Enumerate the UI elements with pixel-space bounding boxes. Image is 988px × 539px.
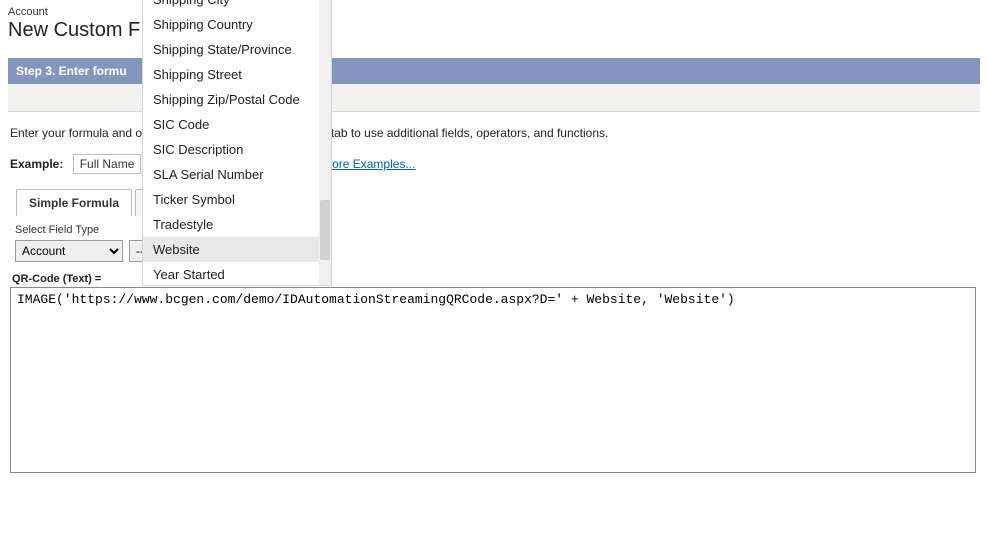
dropdown-item-highlighted[interactable]: Website	[143, 237, 331, 262]
merge-field-dropdown-list: Shipping City Shipping Country Shipping …	[142, 0, 332, 286]
dropdown-item[interactable]: Ticker Symbol	[143, 187, 331, 212]
dropdown-item[interactable]: SIC Description	[143, 137, 331, 162]
dropdown-scrollbar[interactable]	[319, 0, 331, 285]
more-examples-link[interactable]: ore Examples...	[332, 157, 415, 171]
dropdown-item[interactable]: SIC Code	[143, 112, 331, 137]
dropdown-item[interactable]: SLA Serial Number	[143, 162, 331, 187]
dropdown-item[interactable]: Shipping City	[143, 0, 331, 12]
example-value: Full Name	[73, 154, 142, 174]
tab-simple-formula[interactable]: Simple Formula	[16, 189, 132, 216]
dropdown-item[interactable]: Shipping Country	[143, 12, 331, 37]
field-type-select[interactable]: Account	[15, 240, 123, 262]
example-label: Example:	[10, 157, 63, 171]
dropdown-item[interactable]: Year Started	[143, 262, 331, 285]
dropdown-item[interactable]: Shipping State/Province	[143, 37, 331, 62]
dropdown-item[interactable]: Tradestyle	[143, 212, 331, 237]
dropdown-scroll-thumb[interactable]	[320, 200, 330, 260]
dropdown-item[interactable]: Shipping Street	[143, 62, 331, 87]
dropdown-item[interactable]: Shipping Zip/Postal Code	[143, 87, 331, 112]
formula-textarea[interactable]: IMAGE('https://www.bcgen.com/demo/IDAuto…	[10, 287, 976, 473]
